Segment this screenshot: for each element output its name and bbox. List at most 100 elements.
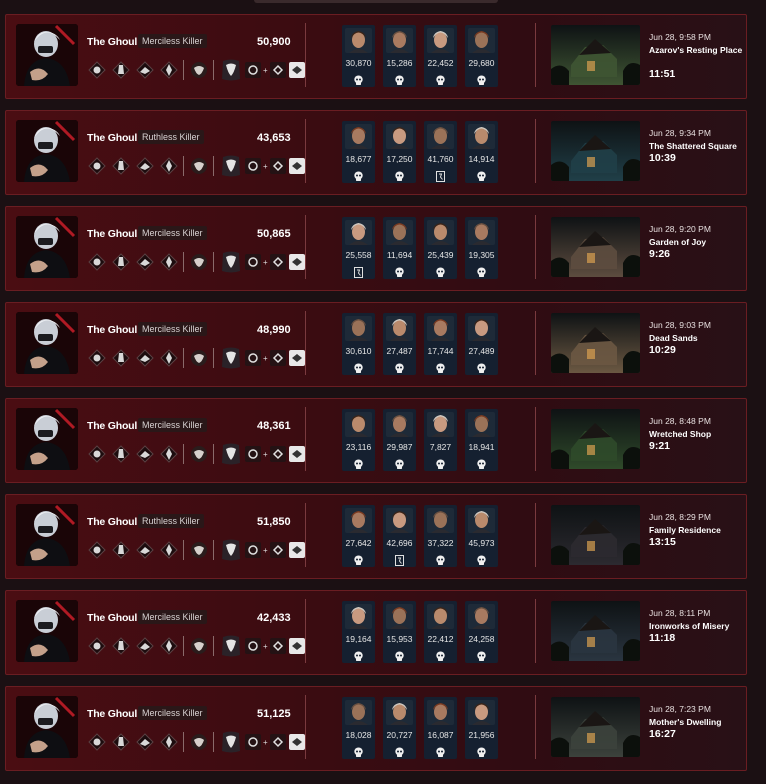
match-card[interactable]: The Ghoul Merciless Killer 42,433 + 19,1… bbox=[5, 590, 747, 675]
survivor-portrait bbox=[386, 124, 413, 149]
match-card[interactable]: The Ghoul Merciless Killer 51,125 + 18,0… bbox=[5, 686, 747, 771]
addon-icon bbox=[288, 734, 305, 750]
section-divider bbox=[535, 311, 536, 375]
grade-badge: Ruthless Killer bbox=[138, 514, 204, 528]
survivor-card[interactable]: 18,677 bbox=[342, 121, 375, 183]
survivor-card[interactable]: 30,610 bbox=[342, 313, 375, 375]
perk-icon bbox=[160, 157, 178, 175]
addon-plus: + bbox=[263, 737, 268, 747]
addon-icon bbox=[245, 254, 261, 270]
perk-icon bbox=[112, 157, 130, 175]
survivor-card[interactable]: 30,870 bbox=[342, 25, 375, 87]
addon-plus: + bbox=[263, 353, 268, 363]
perk-icon bbox=[112, 445, 130, 463]
survivor-card[interactable]: 18,028 bbox=[342, 697, 375, 759]
map-thumbnail bbox=[551, 25, 640, 85]
perk-icon bbox=[160, 733, 178, 751]
match-card[interactable]: The Ghoul Ruthless Killer 43,653 + 18,67… bbox=[5, 110, 747, 195]
survivor-score: 22,452 bbox=[427, 58, 454, 68]
survivor-portrait bbox=[386, 604, 413, 629]
survivor-card[interactable]: 18,941 bbox=[465, 409, 498, 471]
match-card[interactable]: The Ghoul Ruthless Killer 51,850 + 27,64… bbox=[5, 494, 747, 579]
killer-portrait bbox=[16, 24, 78, 86]
addon-icon bbox=[288, 638, 305, 654]
match-card[interactable]: The Ghoul Merciless Killer 48,990 + 30,6… bbox=[5, 302, 747, 387]
survivor-portrait bbox=[427, 700, 454, 725]
escaped-icon bbox=[353, 265, 364, 278]
match-card[interactable]: The Ghoul Merciless Killer 50,900 + 30,8… bbox=[5, 14, 747, 99]
survivor-card[interactable]: 27,487 bbox=[383, 313, 416, 375]
survivor-card[interactable]: 25,558 bbox=[342, 217, 375, 279]
killer-score: 50,865 bbox=[257, 228, 291, 240]
escaped-icon bbox=[435, 169, 446, 182]
survivor-card[interactable]: 15,286 bbox=[383, 25, 416, 87]
survivor-card[interactable]: 29,987 bbox=[383, 409, 416, 471]
survivor-portrait bbox=[468, 604, 495, 629]
match-card[interactable]: The Ghoul Merciless Killer 50,865 + 25,5… bbox=[5, 206, 747, 291]
survivor-card[interactable]: 17,744 bbox=[424, 313, 457, 375]
match-card[interactable]: The Ghoul Merciless Killer 48,361 + 23,1… bbox=[5, 398, 747, 483]
survivor-card[interactable]: 15,953 bbox=[383, 601, 416, 663]
survivor-score: 22,412 bbox=[427, 634, 454, 644]
survivor-card[interactable]: 11,694 bbox=[383, 217, 416, 279]
survivor-card[interactable]: 14,914 bbox=[465, 121, 498, 183]
match-date: Jun 28, 9:58 PM bbox=[649, 32, 711, 42]
sacrificed-icon bbox=[435, 265, 446, 277]
survivor-score: 7,827 bbox=[429, 442, 452, 452]
addon-icon bbox=[269, 62, 286, 78]
survivor-card[interactable]: 20,727 bbox=[383, 697, 416, 759]
survivor-list: 30,610 27,487 17,744 27,489 bbox=[342, 313, 506, 375]
map-thumbnail bbox=[551, 217, 640, 277]
sacrificed-icon bbox=[476, 361, 487, 373]
survivor-card[interactable]: 41,760 bbox=[424, 121, 457, 183]
perk-icon bbox=[112, 253, 130, 271]
survivor-card[interactable]: 22,412 bbox=[424, 601, 457, 663]
section-divider bbox=[535, 695, 536, 759]
survivor-portrait bbox=[468, 316, 495, 341]
survivor-card[interactable]: 29,680 bbox=[465, 25, 498, 87]
map-thumbnail bbox=[551, 121, 640, 181]
perk-icon bbox=[160, 349, 178, 367]
survivor-score: 15,953 bbox=[386, 634, 413, 644]
loadout-divider bbox=[183, 348, 184, 368]
sacrificed-icon bbox=[353, 745, 364, 757]
survivor-card[interactable]: 19,164 bbox=[342, 601, 375, 663]
survivor-card[interactable]: 17,250 bbox=[383, 121, 416, 183]
survivor-card[interactable]: 24,258 bbox=[465, 601, 498, 663]
survivor-portrait bbox=[427, 508, 454, 533]
survivor-card[interactable]: 27,489 bbox=[465, 313, 498, 375]
survivor-card[interactable]: 37,322 bbox=[424, 505, 457, 567]
sacrificed-icon bbox=[476, 169, 487, 181]
survivor-score: 29,680 bbox=[468, 58, 495, 68]
perk-icon bbox=[136, 61, 154, 79]
perk-icon bbox=[136, 253, 154, 271]
survivor-card[interactable]: 7,827 bbox=[424, 409, 457, 471]
survivor-card[interactable]: 27,642 bbox=[342, 505, 375, 567]
addon-plus: + bbox=[263, 641, 268, 651]
survivor-portrait bbox=[468, 412, 495, 437]
loadout-divider bbox=[183, 636, 184, 656]
survivor-portrait bbox=[345, 700, 372, 725]
survivor-card[interactable]: 23,116 bbox=[342, 409, 375, 471]
survivor-card[interactable]: 25,439 bbox=[424, 217, 457, 279]
grade-badge: Merciless Killer bbox=[138, 418, 207, 432]
perk-icon bbox=[160, 541, 178, 559]
match-date: Jun 28, 9:34 PM bbox=[649, 128, 711, 138]
sacrificed-icon bbox=[476, 73, 487, 85]
survivor-card[interactable]: 45,973 bbox=[465, 505, 498, 567]
survivor-card[interactable]: 42,696 bbox=[383, 505, 416, 567]
perk-icon bbox=[88, 445, 106, 463]
survivor-card[interactable]: 22,452 bbox=[424, 25, 457, 87]
grade-badge: Merciless Killer bbox=[138, 226, 207, 240]
survivor-list: 19,164 15,953 22,412 24,258 bbox=[342, 601, 506, 663]
loadout-divider bbox=[213, 60, 214, 80]
survivor-portrait bbox=[468, 220, 495, 245]
perk-icon bbox=[160, 253, 178, 271]
loadout: + bbox=[88, 731, 305, 753]
survivor-card[interactable]: 16,087 bbox=[424, 697, 457, 759]
killer-portrait bbox=[16, 696, 78, 758]
survivor-card[interactable]: 21,956 bbox=[465, 697, 498, 759]
loadout-divider bbox=[213, 444, 214, 464]
survivor-card[interactable]: 19,305 bbox=[465, 217, 498, 279]
addon-icon bbox=[245, 638, 261, 654]
